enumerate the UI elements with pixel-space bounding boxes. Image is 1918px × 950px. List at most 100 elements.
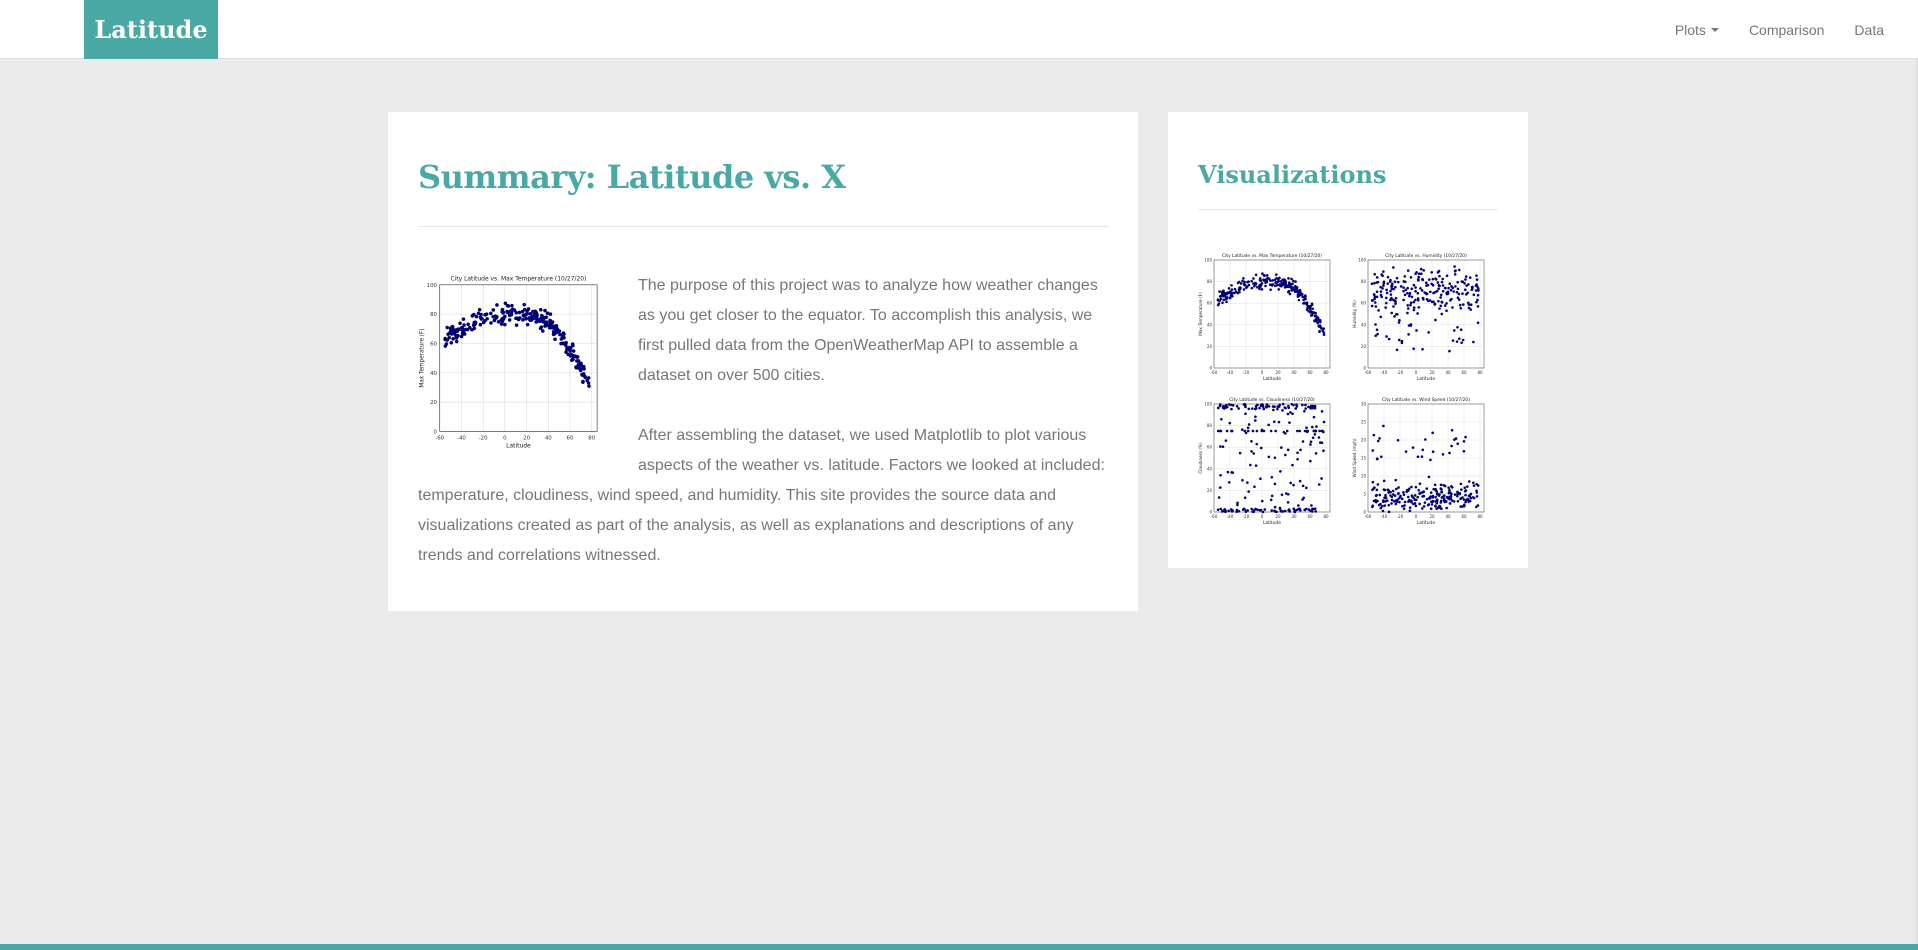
- scatter-point: [1431, 494, 1435, 498]
- scatter-point: [449, 341, 454, 345]
- scatter-point: [1475, 278, 1479, 281]
- scatter-point: [1221, 445, 1225, 449]
- scatter-point: [1472, 484, 1476, 487]
- x-axis-label: Latitude: [1417, 376, 1435, 382]
- scatter-point: [1425, 487, 1429, 490]
- scatter-point: [1260, 288, 1264, 291]
- x-tick-label: 60: [1461, 370, 1467, 375]
- scatter-point: [1301, 403, 1304, 407]
- thumb-cloudiness[interactable]: -60 -40 -20 0 20 40 60 80 0 20 40 60 80 100 City Latit…: [1198, 394, 1338, 530]
- scatter-point: [1428, 290, 1432, 294]
- scatter-point: [1476, 321, 1480, 325]
- scatter-point: [1403, 275, 1407, 278]
- scatter-point: [1450, 486, 1454, 489]
- scatter-point: [1242, 277, 1245, 280]
- footer-accent-bar: [0, 944, 1918, 950]
- scatter-point: [1390, 502, 1393, 505]
- scatter-point: [575, 359, 579, 363]
- thumb-humidity[interactable]: -60 -40 -20 0 20 40 60 80 0 20 40 60 80 100 City Latit…: [1352, 250, 1492, 386]
- scatter-point: [1451, 339, 1455, 342]
- scatter-point: [1279, 280, 1283, 283]
- scatter-point: [1220, 290, 1224, 294]
- scatter-point: [1455, 494, 1459, 498]
- x-tick-label: 60: [1461, 514, 1467, 519]
- scatter-point: [444, 342, 449, 346]
- scatter-point: [1387, 510, 1391, 514]
- scatter-point: [1445, 274, 1449, 278]
- scatter-point: [1475, 300, 1478, 304]
- y-axis-label: Wind Speed (mph): [1352, 438, 1357, 477]
- scatter-point: [1299, 509, 1302, 512]
- scatter-point: [1296, 429, 1299, 433]
- scatter-point: [1374, 334, 1378, 338]
- scatter-point: [500, 309, 504, 314]
- scatter-point: [514, 316, 518, 321]
- scatter-point: [1416, 291, 1420, 295]
- scatter-point: [1261, 405, 1265, 408]
- scatter-point: [446, 332, 450, 337]
- y-tick-label: 40: [1207, 322, 1213, 327]
- scatter-point: [1372, 293, 1376, 296]
- scatter-point: [1406, 291, 1409, 295]
- scatter-point: [561, 334, 565, 339]
- x-tick-label: -40: [1227, 370, 1234, 375]
- scatter-point: [1303, 409, 1306, 413]
- x-tick-label: -60: [1211, 514, 1218, 519]
- nav-comparison-link[interactable]: Comparison: [1734, 22, 1839, 38]
- summary-body: -60 -40 -20 0 20 40 60 80 0 20 40 60 80 100 City Latit…: [418, 271, 1108, 571]
- scatter-point: [1274, 429, 1277, 433]
- scatter-point: [1386, 282, 1390, 285]
- scatter-point: [1425, 297, 1429, 301]
- x-tick-label: -20: [1397, 514, 1404, 519]
- x-tick-label: 80: [1323, 514, 1329, 519]
- scatter-point: [1263, 508, 1267, 511]
- scatter-point: [1427, 475, 1431, 479]
- scatter-point: [1476, 298, 1479, 302]
- scatter-point: [1275, 276, 1278, 280]
- scatter-point: [1476, 293, 1480, 297]
- scatter-point: [548, 319, 552, 324]
- scatter-point: [1475, 491, 1479, 494]
- scatter-point: [1219, 429, 1222, 433]
- nav-plots-dropdown[interactable]: Plots: [1660, 22, 1734, 38]
- scatter-point: [1242, 288, 1246, 291]
- scatter-point: [1305, 302, 1308, 305]
- x-tick-label: -60: [1365, 370, 1372, 375]
- x-tick-label: 0: [1415, 370, 1418, 375]
- scatter-point: [1441, 453, 1445, 456]
- nav-data-link[interactable]: Data: [1839, 22, 1918, 38]
- scatter-point: [1244, 405, 1247, 409]
- scatter-point: [1451, 286, 1455, 290]
- scatter-point: [1459, 306, 1463, 310]
- scatter-point: [1441, 289, 1445, 293]
- scatter-point: [1412, 306, 1416, 309]
- scatter-point: [568, 349, 572, 353]
- scatter-point: [1475, 482, 1478, 486]
- scatter-point: [536, 317, 540, 322]
- scatter-point: [1265, 404, 1269, 408]
- scatter-point: [1442, 483, 1446, 487]
- thumb-max-temperature[interactable]: -60 -40 -20 0 20 40 60 80 0 20 40 60 80 100 City Latit…: [1198, 250, 1338, 386]
- scatter-point: [1463, 282, 1466, 285]
- x-tick-label: -20: [1243, 514, 1250, 519]
- scatter-point: [1267, 277, 1271, 281]
- scatter-point: [522, 307, 527, 312]
- scatter-point: [1421, 495, 1424, 498]
- scatter-point: [1381, 270, 1385, 273]
- brand-logo-link[interactable]: Latitude: [84, 0, 218, 59]
- scatter-point: [1225, 297, 1229, 300]
- scatter-point: [1376, 499, 1379, 503]
- scatter-point: [1469, 492, 1473, 496]
- scatter-point: [1273, 505, 1277, 509]
- scatter-point: [1305, 486, 1308, 490]
- scatter-point: [1279, 470, 1282, 473]
- scatter-point: [1467, 500, 1471, 504]
- scatter-point: [1246, 481, 1249, 484]
- x-tick-label: 20: [1429, 514, 1435, 519]
- scatter-point: [1289, 411, 1292, 414]
- y-tick-label: 20: [1207, 344, 1213, 349]
- scatter-point: [1308, 307, 1312, 311]
- scatter-point: [1403, 293, 1407, 297]
- thumb-wind-speed[interactable]: -60 -40 -20 0 20 40 60 80 0 5 10 15 20 25 30 City Latit…: [1352, 394, 1492, 530]
- scatter-point: [1302, 302, 1305, 305]
